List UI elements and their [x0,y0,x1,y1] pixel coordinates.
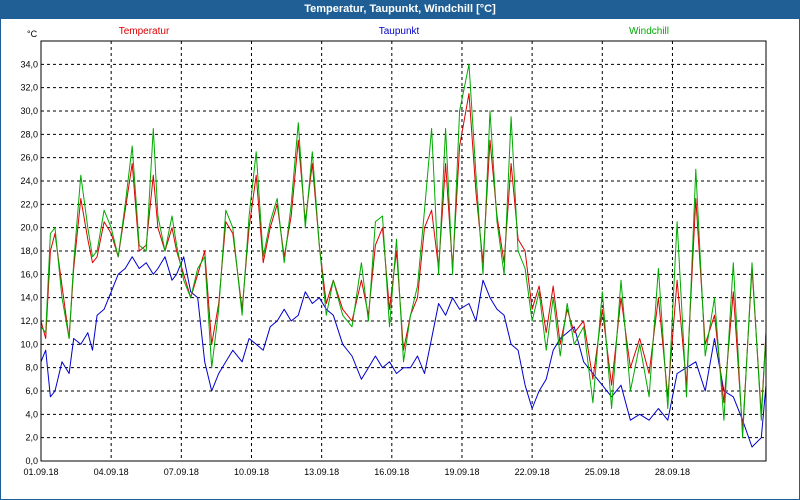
y-tick-label: 2,0 [25,433,38,443]
x-tick-label: 16.09.18 [374,467,409,477]
x-tick-label: 10.09.18 [234,467,269,477]
y-tick-label: 4,0 [25,409,38,419]
y-tick-label: 18,0 [20,246,38,256]
legend: Temperatur Taupunkt Windchill [119,26,669,37]
x-tick-label: 25.09.18 [585,467,620,477]
series-line-temperatur [40,93,767,433]
y-tick-label: 34,0 [20,59,38,69]
line-chart: 0,0 2,0 4,0 6,0 8,0 10,0 12,0 14,0 16,0 18,0 20,0 2… [20,26,767,477]
x-tick-label: 07.09.18 [164,467,199,477]
x-tick-label: 22.09.18 [515,467,550,477]
y-tick-label: 16,0 [20,269,38,279]
chart-title: Temperatur, Taupunkt, Windchill [°C] [304,3,496,15]
legend-entry-windchill: Windchill [629,26,669,37]
legend-entry-taupunkt: Taupunkt [379,26,420,37]
y-tick-label: 22,0 [20,199,38,209]
x-tick-label: 28.09.18 [655,467,690,477]
x-axis-ticks: 01.09.18 04.09.18 07.09.18 10.09.18 13.09.18… [23,467,689,477]
y-tick-label: 6,0 [25,386,38,396]
y-tick-label: 28,0 [20,129,38,139]
y-tick-label: 8,0 [25,363,38,373]
chart-title-bar: Temperatur, Taupunkt, Windchill [°C] [0,0,800,18]
y-axis-label: °C [27,29,38,39]
series-lines [40,63,767,448]
y-tick-label: 26,0 [20,153,38,163]
x-tick-label: 13.09.18 [304,467,339,477]
y-tick-label: 0,0 [25,456,38,466]
x-tick-label: 19.09.18 [444,467,479,477]
y-tick-label: 10,0 [20,339,38,349]
y-tick-label: 24,0 [20,176,38,186]
legend-entry-temperatur: Temperatur [119,26,170,37]
x-tick-label: 01.09.18 [23,467,58,477]
y-tick-label: 12,0 [20,316,38,326]
y-tick-label: 32,0 [20,83,38,93]
y-axis-ticks: 0,0 2,0 4,0 6,0 8,0 10,0 12,0 14,0 16,0 18,0 20,0 2… [20,59,38,466]
y-tick-label: 20,0 [20,223,38,233]
x-tick-label: 04.09.18 [94,467,129,477]
grid-lines [40,41,766,462]
y-tick-label: 30,0 [20,106,38,116]
chart-frame: 0,0 2,0 4,0 6,0 8,0 10,0 12,0 14,0 16,0 18,0 20,0 2… [0,18,800,500]
y-tick-label: 14,0 [20,293,38,303]
